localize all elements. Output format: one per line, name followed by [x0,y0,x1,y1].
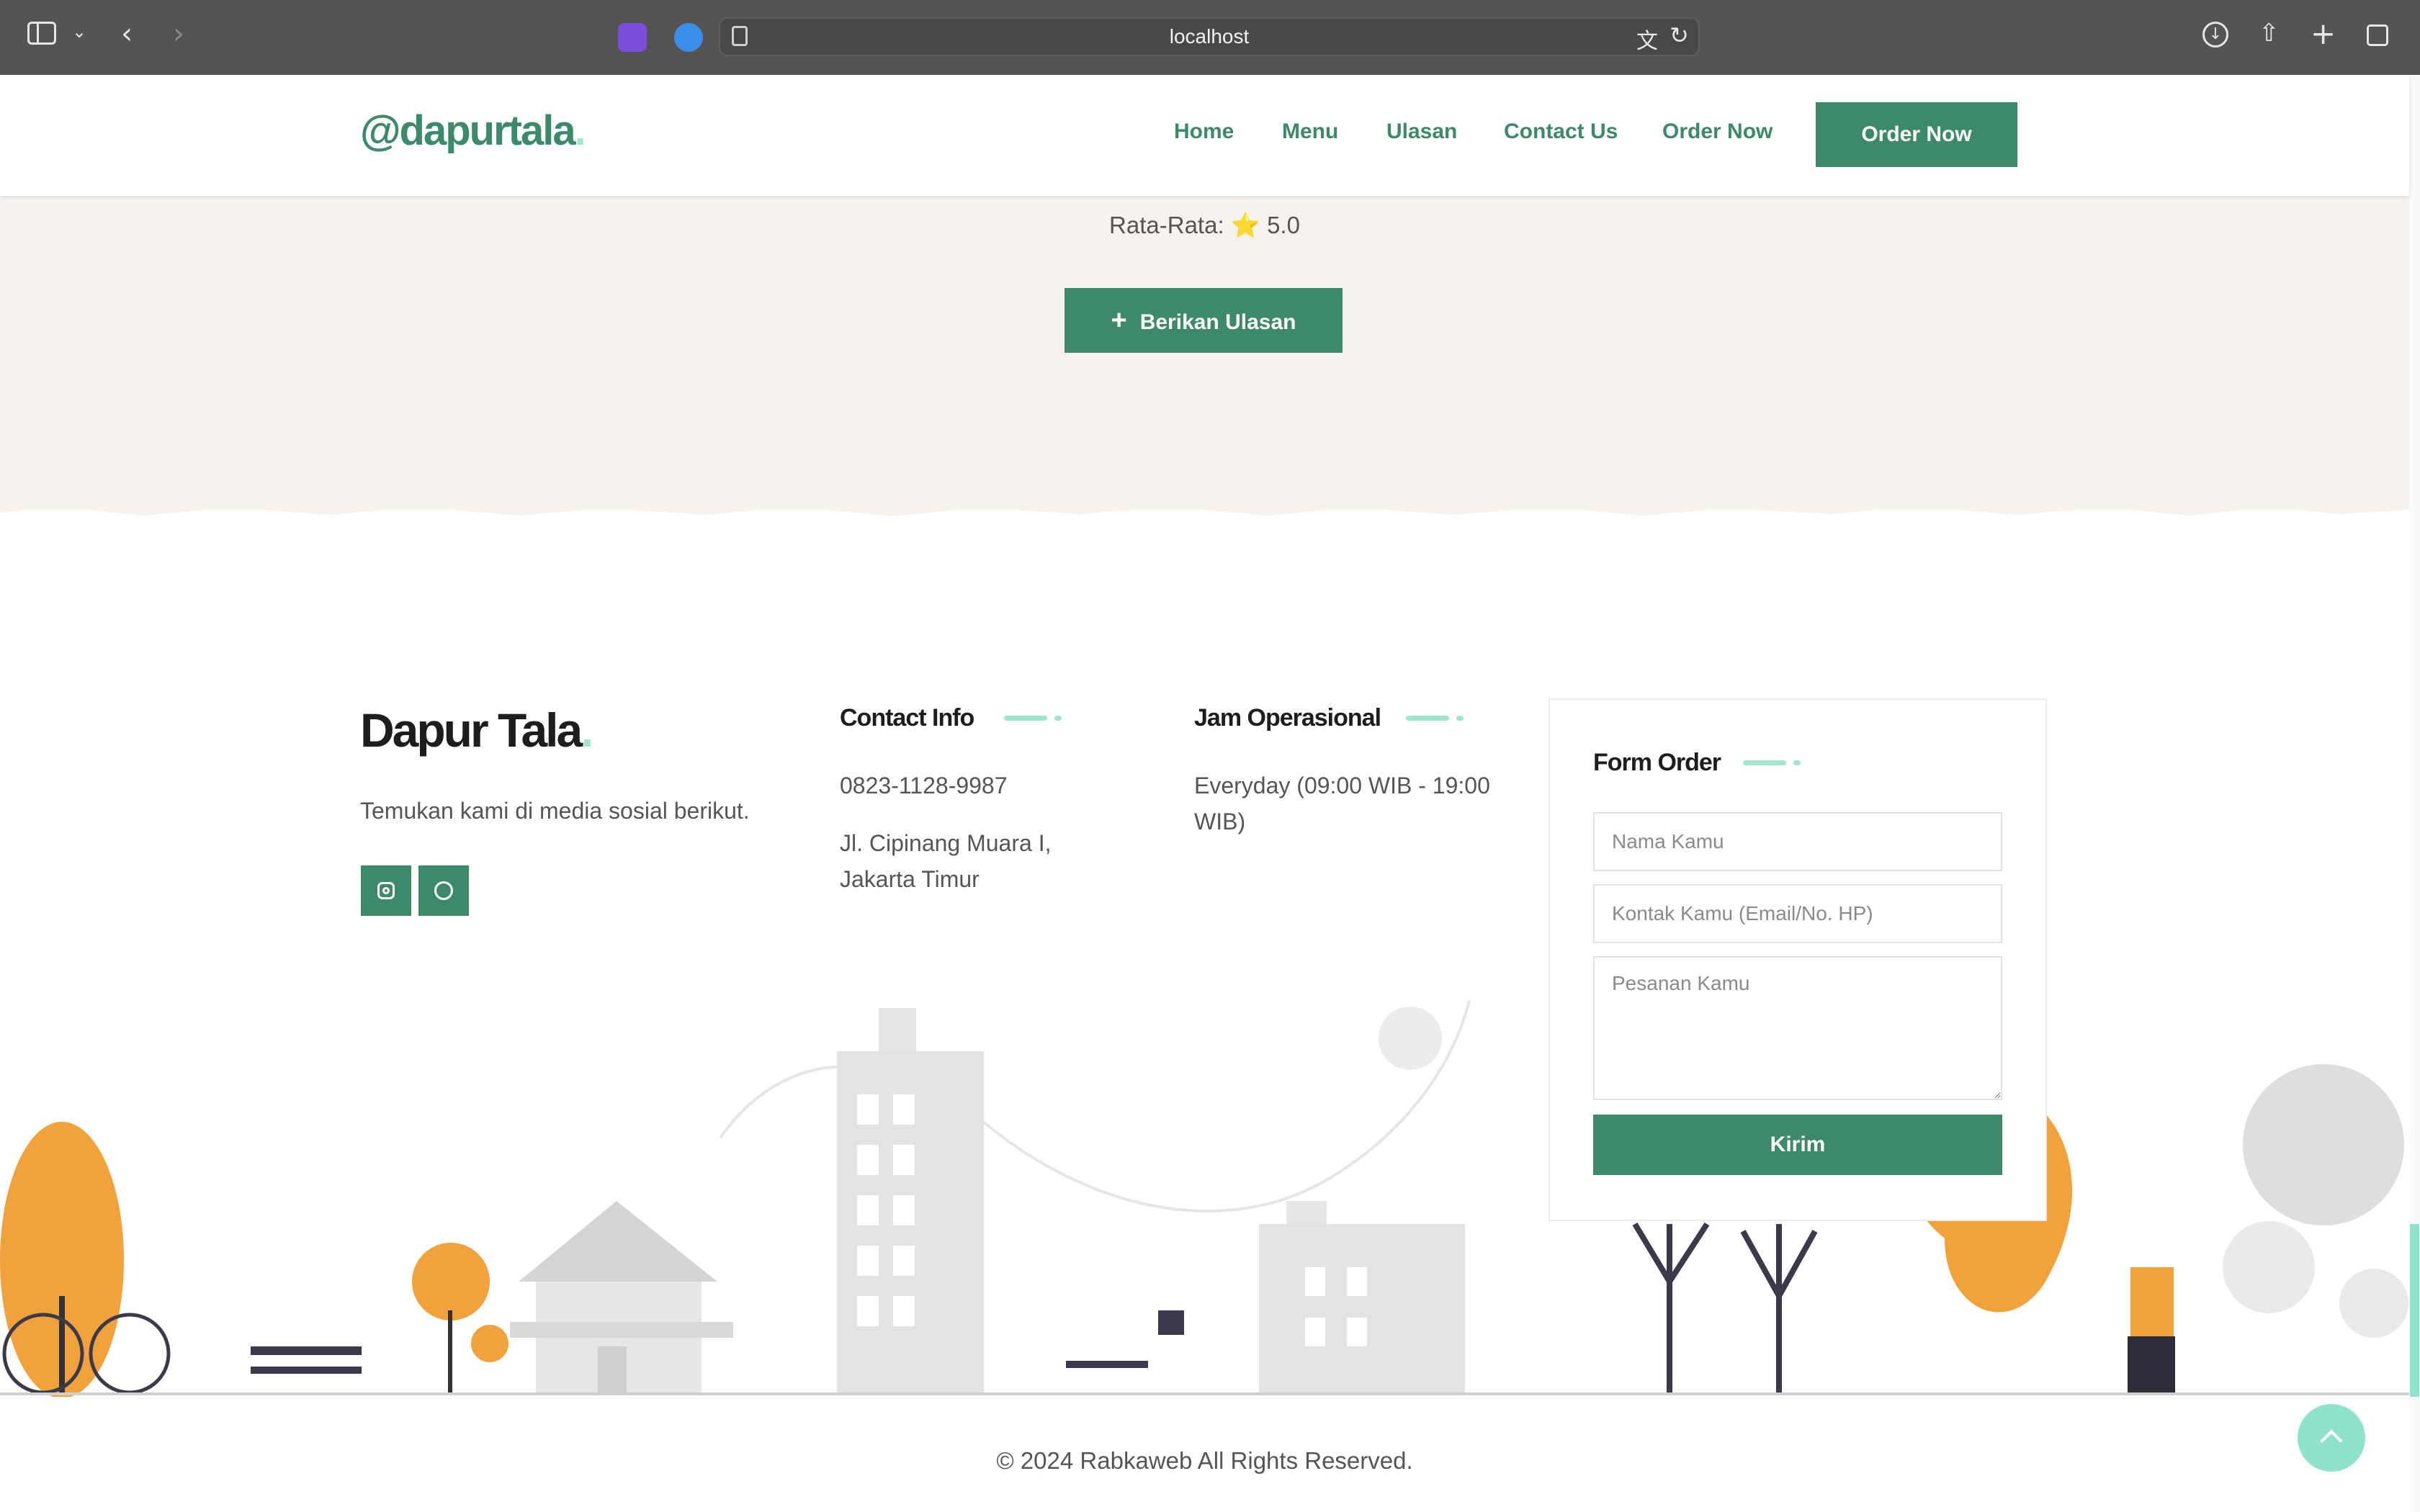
new-tab-icon[interactable]: + [2311,16,2336,51]
footer-brand-dot: . [581,703,593,757]
hours-line1: Everyday (09:00 WIB - 19:00 [1194,773,1490,798]
nav-menu[interactable]: Menu [1282,120,1338,144]
whatsapp-icon [434,881,453,900]
share-icon[interactable]: ⇧ [2259,19,2280,48]
instagram-button[interactable] [361,865,411,916]
contact-input[interactable] [1593,884,2002,943]
torn-edge-divider [0,497,2409,516]
chevron-down-icon[interactable]: ⌄ [72,22,86,42]
instagram-icon [377,882,395,899]
footer-brand: Dapur Tala. [360,703,594,757]
add-review-button[interactable]: + Berikan Ulasan [1065,288,1343,353]
plus-icon: + [1111,305,1127,336]
back-icon[interactable]: ‹ [121,17,133,50]
average-rating: Rata-Rata: ⭐ 5.0 [0,212,2409,240]
footer-brand-text: Dapur Tala [360,703,583,757]
order-now-button[interactable]: Order Now [1816,102,2017,167]
submit-order-button[interactable]: Kirim [1593,1115,2002,1175]
nav-order-now[interactable]: Order Now [1662,120,1773,144]
translate-icon[interactable]: 文 [1636,23,1658,55]
heading-accent [1004,716,1047,721]
city-illustration [0,1000,2408,1397]
footer-divider [0,1392,2409,1395]
nav-home[interactable]: Home [1174,120,1234,144]
heading-accent-dot [1054,716,1062,721]
contact-info-heading: Contact Info [840,704,974,732]
heading-accent [1406,716,1449,721]
nav-contact-us[interactable]: Contact Us [1504,120,1618,144]
heading-accent-dot [1793,760,1801,765]
add-review-label: Berikan Ulasan [1139,310,1296,334]
site-logo[interactable]: @dapurtala. [360,107,586,155]
forward-icon[interactable]: › [173,17,184,50]
url-text[interactable]: localhost [719,17,1700,56]
hours-line2: WIB) [1194,809,1246,834]
sidebar-toggle-icon[interactable] [27,22,56,45]
name-input[interactable] [1593,812,2002,871]
form-order-heading: Form Order [1593,749,1721,776]
whatsapp-button[interactable] [418,865,469,916]
contact-address-line1: Jl. Cipinang Muara I, [840,830,1052,856]
extension-shield-icon[interactable] [674,23,703,52]
tab-overview-icon[interactable] [2367,24,2388,46]
scrollbar-thumb[interactable] [2410,1224,2419,1397]
reload-icon[interactable]: ↻ [1670,22,1689,49]
nav-ulasan[interactable]: Ulasan [1386,120,1457,144]
contact-address-line2: Jakarta Timur [840,866,980,892]
contact-phone: 0823-1128-9987 [840,773,1008,798]
footer-tagline: Temukan kami di media sosial berikut. [360,798,750,824]
star-icon: ⭐ [1230,212,1260,238]
extension-icon[interactable] [618,23,647,52]
hours-heading: Jam Operasional [1194,704,1381,732]
average-rating-label: Rata-Rata: [1109,212,1224,238]
average-rating-value: 5.0 [1267,212,1300,238]
message-textarea[interactable] [1593,956,2002,1100]
logo-text: @dapurtala [360,107,576,154]
chevron-up-icon [2320,1429,2343,1452]
heading-accent [1743,760,1786,765]
logo-dot: . [574,107,586,154]
heading-accent-dot [1456,716,1464,721]
download-icon[interactable]: ↓ [2202,22,2228,48]
back-to-top-button[interactable] [2298,1404,2365,1472]
copyright-text: © 2024 Rabkaweb All Rights Reserved. [996,1447,1413,1474]
